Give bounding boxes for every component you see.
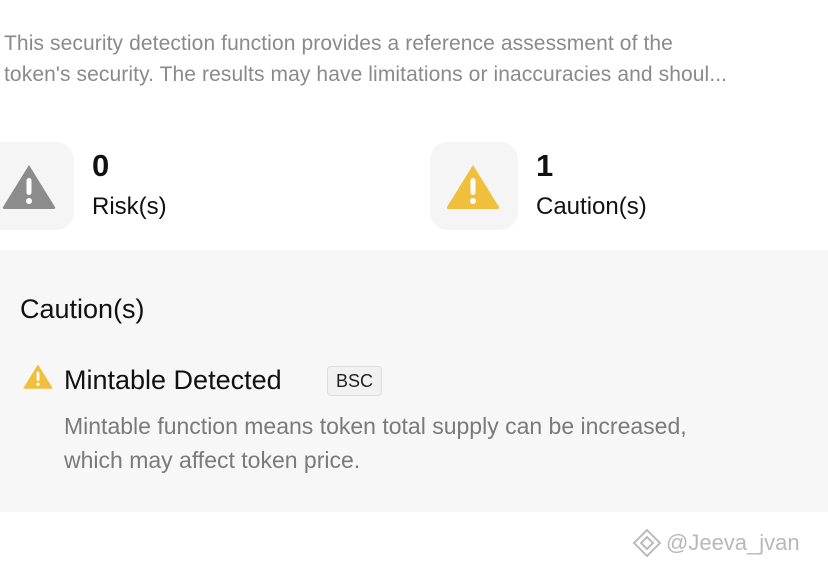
caution-item-title: Mintable Detected [64,365,282,395]
caution-label: Caution(s) [536,193,647,220]
caution-panel-title: Caution(s) [20,294,145,324]
risk-icon-box [0,142,74,230]
caution-item-description: Mintable function means token total supp… [64,409,824,477]
disclaimer-line-2: token's security. The results may have l… [4,63,728,86]
caution-details-panel: Caution(s) Mintable Detected BSC Mintabl… [0,250,828,512]
warning-triangle-yellow-icon [23,364,53,389]
risk-label: Risk(s) [92,193,167,220]
diamond-logo-icon [632,528,662,558]
warning-triangle-gray-icon [2,165,56,209]
watermark-text: @Jeeva_jvan [666,530,800,555]
risk-count: 0 [92,148,110,183]
security-disclaimer: This security detection function provide… [4,28,822,90]
caution-desc-line-1: Mintable function means token total supp… [64,413,687,439]
caution-desc-line-2: which may affect token price. [64,447,361,473]
chain-badge: BSC [327,366,383,396]
caution-icon-box [430,142,518,230]
disclaimer-line-1: This security detection function provide… [4,32,673,55]
watermark: @Jeeva_jvan [632,526,800,560]
caution-count: 1 [536,148,554,183]
warning-triangle-yellow-icon [446,165,500,209]
